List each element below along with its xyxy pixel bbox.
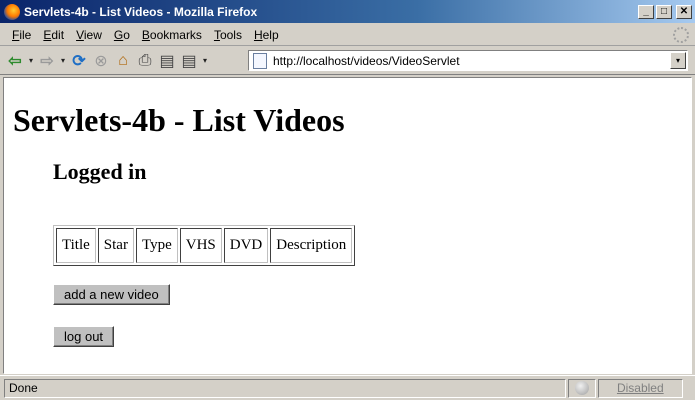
print-icon[interactable]: ⎙ bbox=[134, 50, 156, 72]
column-header-star: Star bbox=[97, 228, 134, 263]
address-bar[interactable]: ▾ bbox=[248, 50, 688, 71]
menu-bookmarks[interactable]: Bookmarks bbox=[136, 28, 208, 42]
column-header-vhs: VHS bbox=[179, 228, 222, 263]
menu-view-label: iew bbox=[83, 27, 102, 42]
menu-edit-label: dit bbox=[51, 27, 65, 42]
window-title: Servlets-4b - List Videos - Mozilla Fire… bbox=[24, 4, 258, 19]
url-input[interactable] bbox=[273, 53, 670, 68]
video-table: Title Star Type VHS DVD Description bbox=[53, 225, 356, 266]
menu-view-accesskey: V bbox=[76, 27, 84, 42]
menu-help-accesskey: H bbox=[253, 27, 263, 42]
column-header-dvd: DVD bbox=[223, 228, 269, 263]
bookmark-manager-icon[interactable]: ▤ bbox=[156, 50, 178, 72]
menu-go-accesskey: G bbox=[113, 27, 124, 42]
close-button[interactable]: ✕ bbox=[676, 4, 692, 19]
menu-bookmarks-accesskey: B bbox=[141, 27, 150, 42]
menu-go-label: o bbox=[123, 27, 130, 42]
menu-bookmarks-label: ookmarks bbox=[149, 27, 202, 42]
column-header-description: Description bbox=[270, 228, 353, 263]
reload-icon[interactable]: ⟳ bbox=[68, 50, 90, 72]
add-video-button[interactable]: add a new video bbox=[53, 284, 170, 305]
address-dropdown-icon[interactable]: ▾ bbox=[670, 52, 686, 69]
forward-history-dropdown-icon[interactable]: ▾ bbox=[58, 56, 68, 65]
menu-tools-label: ools bbox=[219, 27, 242, 42]
page-title: Servlets-4b - List Videos bbox=[13, 102, 345, 138]
security-icon bbox=[574, 381, 589, 395]
menu-go[interactable]: Go bbox=[108, 28, 136, 42]
resize-grip-icon[interactable] bbox=[685, 379, 695, 398]
column-header-type: Type bbox=[135, 228, 178, 263]
status-text: Done bbox=[4, 378, 566, 398]
page-content: Servlets-4b - List Videos Logged in Titl… bbox=[3, 77, 692, 374]
home-icon[interactable]: ⌂ bbox=[112, 50, 134, 72]
logout-button[interactable]: log out bbox=[53, 326, 115, 347]
firefox-logo-icon bbox=[4, 3, 20, 20]
stop-icon[interactable]: ⊗ bbox=[90, 50, 112, 72]
menu-view[interactable]: View bbox=[70, 28, 108, 42]
menu-tools[interactable]: Tools bbox=[208, 28, 248, 42]
status-bar: Done Disabled bbox=[0, 375, 695, 400]
back-history-dropdown-icon[interactable]: ▾ bbox=[26, 56, 36, 65]
table-header-row: Title Star Type VHS DVD Description bbox=[56, 228, 353, 263]
menu-bar: File Edit View Go Bookmarks Tools Help bbox=[0, 24, 695, 46]
maximize-button[interactable]: □ bbox=[656, 4, 672, 19]
window-titlebar: Servlets-4b - List Videos - Mozilla Fire… bbox=[0, 0, 695, 24]
forward-arrow-icon[interactable]: ⇨ bbox=[36, 50, 58, 72]
menu-file[interactable]: File bbox=[6, 28, 37, 42]
minimize-button[interactable]: _ bbox=[638, 4, 654, 19]
popup-status-label[interactable]: Disabled bbox=[597, 378, 684, 398]
bookmarks-dropdown-icon[interactable]: ▾ bbox=[200, 56, 210, 65]
throbber-icon bbox=[673, 27, 689, 43]
bookmarks-toolbar-icon[interactable]: ▤ bbox=[178, 50, 200, 72]
menu-edit[interactable]: Edit bbox=[37, 28, 70, 42]
navigation-toolbar: ⇦ ▾ ⇨ ▾ ⟳ ⊗ ⌂ ⎙ ▤ ▤ ▾ ▾ bbox=[0, 47, 695, 75]
back-arrow-icon[interactable]: ⇦ bbox=[4, 50, 26, 72]
login-status-heading: Logged in bbox=[53, 159, 147, 184]
window-controls: _ □ ✕ bbox=[638, 4, 692, 19]
page-document-icon bbox=[253, 52, 267, 69]
security-status-cell bbox=[567, 378, 596, 398]
menu-help-label: elp bbox=[262, 27, 279, 42]
column-header-title: Title bbox=[56, 228, 96, 263]
menu-file-label: ile bbox=[19, 27, 32, 42]
menu-help[interactable]: Help bbox=[248, 28, 285, 42]
